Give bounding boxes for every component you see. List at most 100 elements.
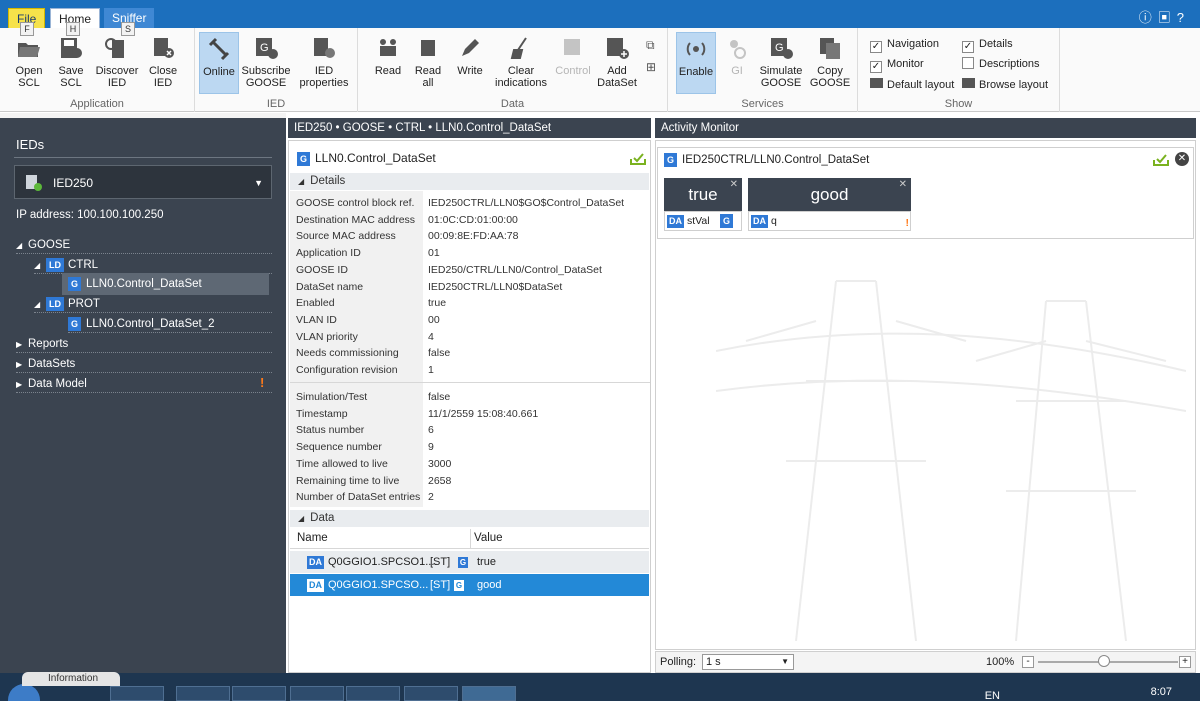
save-scl-button[interactable]: Save SCL <box>52 32 90 94</box>
subscribe-goose-label: Subscribe GOOSE <box>241 65 291 89</box>
details-checkbox[interactable]: ✓ Details <box>962 36 1013 53</box>
property-value: false <box>428 347 451 360</box>
open-scl-button[interactable]: Open SCL <box>8 32 50 94</box>
close-icon[interactable]: ✕ <box>899 179 907 190</box>
close-ied-label: Close IED <box>148 65 178 89</box>
broadcast-icon <box>686 42 706 56</box>
ied-properties-button[interactable]: IED properties <box>295 32 353 94</box>
details-breadcrumb: IED250 • GOOSE • CTRL • LLN0.Control_Dat… <box>288 118 651 138</box>
close-icon[interactable]: ✕ <box>1175 152 1189 166</box>
export-icon[interactable] <box>630 153 646 165</box>
broom-icon <box>510 37 527 59</box>
read-all-icon <box>421 40 435 56</box>
row-value: good <box>477 579 502 591</box>
ied-properties-label: IED properties <box>299 65 349 89</box>
online-button[interactable]: Online <box>199 32 239 94</box>
read-button[interactable]: Read <box>368 32 408 94</box>
property-label: Configuration revision <box>296 364 398 376</box>
ip-address: IP address: 100.100.100.250 <box>16 209 164 221</box>
zoom-in-button[interactable]: + <box>1179 656 1191 668</box>
table-row[interactable]: DA Q0GGIO1.SPCSO1.... [ST] G true <box>290 551 649 573</box>
browse-layout-button[interactable]: Browse layout <box>962 77 1048 93</box>
write-button[interactable]: Write <box>452 32 488 94</box>
row-separator <box>68 332 272 333</box>
simulate-goose-button[interactable]: G Simulate GOOSE <box>756 32 806 94</box>
collapse-arrow-icon: ◢ <box>298 177 305 186</box>
tray-clock[interactable]: 8:07 <box>1151 686 1172 698</box>
row-separator <box>16 352 272 353</box>
monitor-check: ✓ <box>870 61 882 73</box>
navigation-label: Navigation <box>887 38 939 50</box>
browse-layout-label: Browse layout <box>979 79 1049 91</box>
descriptions-checkbox[interactable]: Descriptions <box>962 56 1040 72</box>
subscribe-goose-button[interactable]: G Subscribe GOOSE <box>241 32 291 94</box>
online-label: Online <box>203 66 235 78</box>
taskbar-app-iedscout[interactable] <box>462 686 516 701</box>
taskbar-app-network[interactable] <box>346 686 400 701</box>
da-badge: DA <box>751 215 768 228</box>
monitor-checkbox[interactable]: ✓ Monitor <box>870 56 924 73</box>
read-all-button[interactable]: Read all <box>410 32 446 94</box>
gi-button[interactable]: GI <box>722 32 752 94</box>
property-label: DataSet name <box>296 280 364 293</box>
property-value: 01:0C:CD:01:00:00 <box>428 213 518 226</box>
data-section-header[interactable]: ◢ Data <box>290 510 649 527</box>
simulate-icon: G <box>771 38 793 59</box>
property-value: 11/1/2559 15:08:40.661 <box>428 407 539 420</box>
taskbar-app-explorer[interactable] <box>110 686 164 701</box>
taskbar-app-terminal[interactable] <box>232 686 286 701</box>
ribbon-group-application: Open SCL Save SCL Discover IED Close IED… <box>0 28 195 112</box>
zoom-out-button[interactable]: - <box>1022 656 1034 668</box>
help-icon[interactable]: ? <box>1177 10 1190 25</box>
property-value: 2 <box>428 491 434 504</box>
ied-selector[interactable]: IED250 ▼ <box>14 165 272 199</box>
tree-node-goose[interactable]: ◢ GOOSE <box>16 235 70 255</box>
details-section-header[interactable]: ◢ Details <box>290 173 649 190</box>
property-label: Timestamp <box>296 407 348 420</box>
taskbar-app-chrome[interactable] <box>290 686 344 701</box>
control-button[interactable]: Control <box>554 32 592 94</box>
property-label: Status number <box>296 424 365 437</box>
tree-node-reports[interactable]: ▶ Reports <box>16 334 68 354</box>
tree-node-prot[interactable]: ◢ LD PROT <box>34 294 100 314</box>
data-mini-buttons[interactable]: ⧉ ⊞ <box>646 34 656 78</box>
enable-button[interactable]: Enable <box>676 32 716 94</box>
monitor-tile[interactable]: good ✕ DA q! <box>748 178 911 233</box>
tile-value: good <box>748 178 911 211</box>
add-dataset-button[interactable]: Add DataSet <box>596 32 638 94</box>
export-icon[interactable] <box>1153 154 1169 166</box>
monitor-tile[interactable]: true ✕ DA stVal G <box>664 178 742 233</box>
tree-node-control-dataset-2[interactable]: G LLN0.Control_DataSet_2 <box>68 314 215 334</box>
property-label: Needs commissioning <box>296 347 399 360</box>
browse-layout-icon <box>962 78 975 88</box>
options-icon[interactable]: ▣ <box>1158 10 1177 25</box>
copy-goose-button[interactable]: Copy GOOSE <box>808 32 852 94</box>
row-fc: [ST] <box>430 579 451 591</box>
default-layout-button[interactable]: Default layout <box>870 77 954 93</box>
taskbar-app-ie[interactable] <box>176 686 230 701</box>
tray-language[interactable]: EN <box>985 690 1000 701</box>
discover-ied-button[interactable]: Discover IED <box>93 32 141 94</box>
clear-indications-button[interactable]: Clear indications <box>492 32 550 94</box>
taskbar-app-cmd[interactable] <box>404 686 458 701</box>
polling-label: Polling: <box>660 656 697 668</box>
properties-icon <box>314 38 335 58</box>
close-icon[interactable]: ✕ <box>730 179 738 190</box>
polling-select[interactable]: 1 s ▼ <box>702 654 794 670</box>
grid-header-name[interactable]: Name <box>297 532 328 544</box>
info-icon[interactable]: ⓘ <box>1139 10 1158 25</box>
tree-node-control-dataset[interactable]: G LLN0.Control_DataSet <box>68 274 202 294</box>
tree-node-data-model[interactable]: ▶ Data Model <box>16 374 87 394</box>
table-row-selected[interactable]: DA Q0GGIO1.SPCSO... [ST] G good <box>290 574 649 596</box>
descriptions-check <box>962 57 974 69</box>
navigation-checkbox[interactable]: ✓ Navigation <box>870 36 939 53</box>
tree-node-ctrl[interactable]: ◢ LD CTRL <box>34 255 98 275</box>
property-value: 1 <box>428 364 434 376</box>
tree-node-datasets[interactable]: ▶ DataSets <box>16 354 75 374</box>
close-ied-button[interactable]: Close IED <box>145 32 181 94</box>
grid-header-value[interactable]: Value <box>474 532 503 544</box>
ribbon-group-show: ✓ Navigation ✓ Details ✓ Monitor Descriptio… <box>858 28 1060 112</box>
zoom-slider-thumb[interactable] <box>1098 655 1110 667</box>
information-tab[interactable]: Information <box>22 672 120 686</box>
property-value: IED250CTRL/LLN0$DataSet <box>428 280 563 293</box>
